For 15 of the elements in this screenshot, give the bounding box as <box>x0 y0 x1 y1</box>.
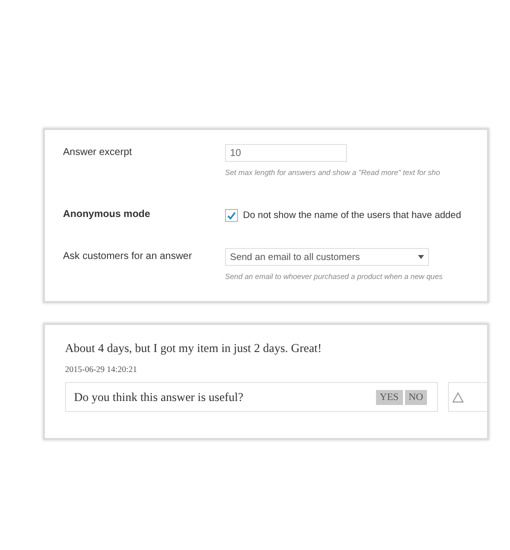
answer-text: About 4 days, but I got my item in just 2 days. Great! <box>65 341 323 356</box>
checkbox[interactable] <box>225 208 238 222</box>
question-text: Do you think this answer is useful? <box>74 390 244 404</box>
vote-button[interactable]: NO <box>404 390 428 404</box>
answer-date: 2015-06-29 14:20:21 <box>65 364 138 374</box>
caret-icon <box>418 255 424 259</box>
warning-icon <box>452 392 464 402</box>
setting-label: Answer excerpt <box>63 146 133 160</box>
setting-label: Anonymous mode <box>63 208 152 222</box>
vote-button[interactable]: YES <box>376 390 403 404</box>
report-box[interactable] <box>448 382 487 412</box>
select-field[interactable]: Send an email to all customers <box>225 248 429 266</box>
checkbox-label: Do not show the name of the users that have added <box>243 210 462 220</box>
input-field[interactable]: 10 <box>225 144 347 162</box>
setting-label: Ask customers for an answer <box>63 250 193 264</box>
